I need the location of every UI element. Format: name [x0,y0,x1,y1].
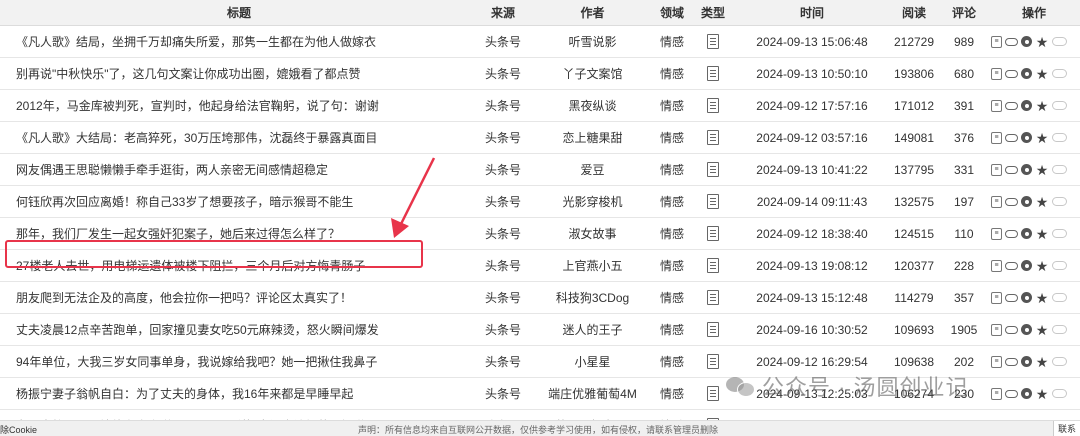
footer-bar: 除Cookie 声明：所有信息均来自互联网公开数据，仅供参考学习使用，如有侵权，… [0,420,1080,436]
contact-button[interactable]: 联系 [1052,421,1080,436]
watermark-text: 公众号 · 汤圆创业记 [762,375,969,400]
wechat-icon [726,374,756,398]
cookie-link[interactable]: 除Cookie [0,423,37,436]
watermark: 公众号 · 汤圆创业记 [726,370,969,402]
disclaimer-text: 声明：所有信息均来自互联网公开数据，仅供参考学习使用，如有侵权，请联系管理员删除 [358,425,719,435]
